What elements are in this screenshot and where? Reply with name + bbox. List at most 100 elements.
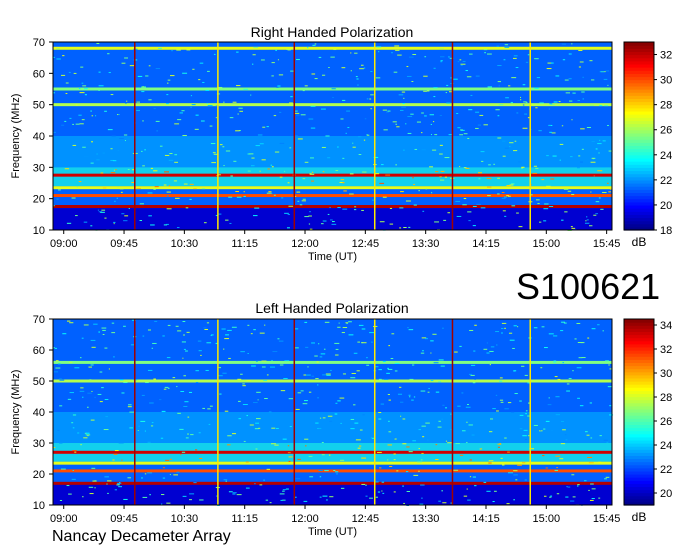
noise-speck: [420, 484, 425, 486]
noise-speck: [515, 479, 518, 481]
noise-speck: [242, 385, 246, 387]
noise-speck: [161, 410, 166, 412]
noise-speck: [467, 404, 469, 406]
noise-speck: [378, 378, 382, 380]
noise-speck: [356, 78, 359, 80]
noise-speck: [180, 454, 182, 456]
noise-speck: [150, 425, 154, 427]
noise-speck: [113, 223, 115, 225]
noise-speck: [574, 380, 579, 382]
noise-speck: [387, 459, 389, 461]
noise-speck: [387, 444, 392, 446]
noise-speck: [147, 441, 151, 443]
noise-speck: [147, 192, 153, 194]
low-frequency-band: [53, 483, 612, 505]
noise-speck: [541, 326, 545, 328]
noise-speck: [209, 405, 213, 407]
noise-speck: [467, 499, 471, 501]
noise-speck: [121, 459, 123, 461]
noise-speck: [284, 360, 290, 362]
noise-speck: [113, 169, 115, 171]
noise-speck: [475, 111, 480, 113]
noise-speck: [554, 469, 559, 471]
noise-speck: [335, 348, 339, 350]
noise-speck: [545, 467, 548, 469]
noise-speck: [544, 347, 548, 349]
noise-speck: [521, 365, 525, 367]
noise-speck: [100, 172, 104, 174]
noise-speck: [129, 411, 135, 413]
noise-speck: [565, 92, 571, 94]
mid-band-glow: [53, 412, 612, 443]
noise-speck: [307, 366, 309, 368]
noise-speck: [497, 137, 502, 139]
noise-speck: [502, 210, 506, 212]
colorbar-tick-label: 24: [660, 440, 672, 452]
noise-speck: [151, 422, 154, 424]
noise-speck: [282, 438, 287, 440]
noise-speck: [111, 135, 116, 137]
noise-speck: [266, 468, 271, 470]
noise-speck: [519, 96, 522, 98]
noise-speck: [564, 211, 568, 213]
noise-speck: [379, 221, 385, 223]
noise-speck: [289, 147, 292, 149]
noise-speck: [467, 211, 472, 213]
noise-speck: [288, 398, 293, 400]
noise-speck: [403, 149, 405, 151]
noise-speck: [609, 405, 612, 407]
noise-speck: [254, 428, 259, 430]
noise-speck: [496, 344, 498, 346]
noise-speck: [602, 140, 606, 142]
noise-speck: [200, 120, 205, 122]
noise-speck: [604, 105, 609, 107]
noise-speck: [598, 497, 601, 499]
noise-speck: [468, 424, 473, 426]
noise-speck: [119, 138, 124, 140]
noise-speck: [371, 437, 375, 439]
noise-speck: [278, 340, 284, 342]
noise-speck: [589, 60, 593, 62]
noise-speck: [174, 161, 179, 163]
noise-speck: [389, 223, 394, 225]
noise-speck: [123, 134, 128, 136]
noise-speck: [504, 44, 509, 46]
noise-speck: [102, 187, 107, 189]
noise-speck: [330, 56, 335, 58]
noise-speck: [423, 75, 428, 77]
noise-speck: [261, 360, 267, 362]
noise-speck: [55, 367, 61, 369]
noise-speck: [331, 88, 336, 90]
noise-speck: [469, 459, 472, 461]
noise-speck: [153, 170, 158, 172]
noise-speck: [377, 451, 382, 453]
noise-speck: [353, 352, 358, 354]
noise-speck: [324, 321, 330, 323]
noise-speck: [411, 364, 415, 366]
noise-speck: [388, 431, 392, 433]
x-tick-label: 13:30: [412, 238, 440, 250]
noise-speck: [397, 393, 403, 395]
noise-speck: [181, 341, 186, 343]
noise-speck: [492, 408, 496, 410]
noise-speck: [511, 205, 516, 207]
noise-speck: [587, 456, 593, 458]
noise-speck: [438, 420, 441, 422]
noise-speck: [238, 400, 241, 402]
emission-band: [53, 167, 612, 187]
noise-speck: [468, 220, 471, 222]
noise-speck: [84, 156, 89, 158]
noise-speck: [236, 51, 239, 53]
noise-speck: [302, 198, 306, 200]
noise-speck: [90, 419, 95, 421]
noise-speck: [147, 329, 151, 331]
noise-speck: [350, 70, 352, 72]
noise-speck: [311, 73, 316, 75]
noise-speck: [459, 345, 462, 347]
noise-speck: [100, 211, 105, 213]
colorbar-tick-label: 18: [660, 225, 672, 237]
noise-speck: [257, 134, 263, 136]
noise-speck: [107, 480, 112, 482]
noise-speck: [401, 91, 406, 93]
noise-speck: [366, 357, 368, 359]
